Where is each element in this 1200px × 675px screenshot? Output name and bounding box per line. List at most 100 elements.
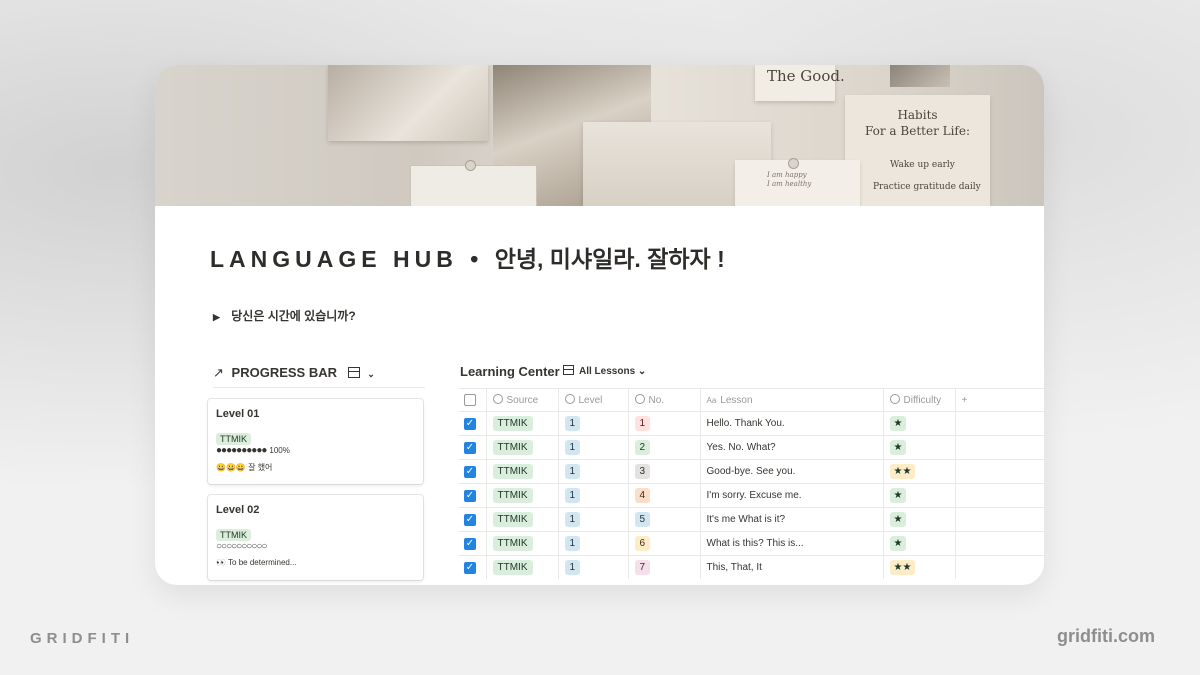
brand-url: gridfiti.com: [1057, 626, 1155, 646]
lesson-cell[interactable]: It's me What is it?: [700, 507, 884, 532]
table-row[interactable]: ✓ TTMIK 1 2 Yes. No. What? ★: [458, 435, 1044, 460]
table-row[interactable]: ✓ TTMIK 1 3 Good-bye. See you. ★★: [458, 459, 1044, 484]
view-selector[interactable]: All Lessons ⌄: [563, 365, 646, 377]
checkbox-cell[interactable]: ✓: [458, 555, 487, 579]
checkbox-checked[interactable]: ✓: [464, 561, 476, 574]
cover-film-strip: [410, 165, 537, 206]
level-cell[interactable]: 1: [558, 507, 629, 532]
checkbox-checked[interactable]: ✓: [464, 417, 476, 430]
toggle-block[interactable]: ▶ 당신은 시간에 있습니까?: [213, 307, 356, 324]
checkbox-cell[interactable]: ✓: [458, 483, 487, 508]
difficulty-cell[interactable]: ★: [883, 411, 956, 436]
level-cell[interactable]: 1: [558, 459, 629, 484]
table-row[interactable]: ✓ TTMIK 1 7 This, That, It ★★: [458, 555, 1044, 579]
no-cell[interactable]: 6: [628, 531, 701, 556]
table-header-row: Source Level No. Aa Lesson Difficulty +: [458, 388, 1044, 412]
page-title-en: LANGUAGE HUB: [210, 246, 458, 272]
table-row[interactable]: ✓ TTMIK 1 1 Hello. Thank You. ★: [458, 411, 1044, 436]
note-line2: I am healthy: [767, 180, 812, 188]
checkbox-cell[interactable]: ✓: [458, 411, 487, 436]
checkbox-cell[interactable]: ✓: [458, 531, 487, 556]
select-property-icon: [634, 394, 645, 404]
select-property-icon: [889, 394, 900, 404]
empty-cell: [955, 507, 1044, 532]
level-cell[interactable]: 1: [558, 411, 629, 436]
no-cell[interactable]: 2: [628, 435, 701, 460]
difficulty-tag: ★★: [889, 560, 916, 575]
difficulty-cell[interactable]: ★: [883, 435, 956, 460]
level-cell[interactable]: 1: [558, 483, 629, 508]
difficulty-cell[interactable]: ★★: [883, 459, 956, 484]
difficulty-cell[interactable]: ★: [883, 483, 956, 508]
select-property-icon: [564, 394, 575, 404]
no-tag: 3: [634, 464, 651, 479]
lesson-cell[interactable]: I'm sorry. Excuse me.: [700, 483, 884, 508]
column-no[interactable]: No.: [628, 388, 701, 412]
level-cell[interactable]: 1: [558, 435, 629, 460]
no-cell[interactable]: 7: [628, 555, 701, 579]
column-difficulty[interactable]: Difficulty: [883, 388, 956, 412]
no-cell[interactable]: 3: [628, 459, 701, 484]
difficulty-cell[interactable]: ★: [883, 531, 956, 556]
empty-cell: [955, 435, 1044, 460]
checkbox-checked[interactable]: ✓: [464, 441, 476, 454]
add-column-button[interactable]: +: [955, 388, 1044, 412]
lesson-cell[interactable]: Hello. Thank You.: [700, 411, 884, 436]
level-tag: 1: [564, 536, 581, 551]
no-cell[interactable]: 1: [628, 411, 701, 436]
source-cell[interactable]: TTMIK: [486, 507, 559, 532]
learning-center-title[interactable]: Learning Center: [460, 364, 560, 379]
select-property-icon: [492, 394, 503, 404]
table-view-icon[interactable]: [347, 367, 360, 378]
lesson-cell[interactable]: Good-bye. See you.: [700, 459, 884, 484]
lessons-table: Source Level No. Aa Lesson Difficulty + ✓…: [458, 388, 1044, 579]
checkbox-cell[interactable]: ✓: [458, 435, 487, 460]
column-lesson[interactable]: Aa Lesson: [700, 388, 884, 412]
source-cell[interactable]: TTMIK: [486, 435, 559, 460]
lesson-cell[interactable]: This, That, It: [700, 555, 884, 579]
toggle-triangle-icon[interactable]: ▶: [213, 312, 220, 322]
lesson-cell[interactable]: Yes. No. What?: [700, 435, 884, 460]
lesson-title: It's me What is it?: [706, 514, 786, 525]
card-note: 😀😀😀 잘 했어: [216, 463, 273, 472]
level-cell[interactable]: 1: [558, 531, 629, 556]
column-source[interactable]: Source: [486, 388, 559, 412]
checkbox-cell[interactable]: ✓: [458, 507, 487, 532]
source-cell[interactable]: TTMIK: [486, 483, 559, 508]
table-row[interactable]: ✓ TTMIK 1 6 What is this? This is... ★: [458, 531, 1044, 556]
source-cell[interactable]: TTMIK: [486, 411, 559, 436]
table-row[interactable]: ✓ TTMIK 1 5 It's me What is it? ★: [458, 507, 1044, 532]
source-cell[interactable]: TTMIK: [486, 531, 559, 556]
progress-db-header[interactable]: ↗ PROGRESS BAR ⌄: [213, 365, 425, 388]
notion-page-card: The Good. Habits For a Better Life: Wake…: [155, 65, 1044, 585]
no-cell[interactable]: 4: [628, 483, 701, 508]
no-tag: 2: [634, 440, 651, 455]
column-checkbox[interactable]: [458, 388, 487, 412]
lesson-title: Good-bye. See you.: [706, 466, 796, 477]
empty-cell: [955, 411, 1044, 436]
checkbox-checked[interactable]: ✓: [464, 489, 476, 502]
cover-photo-small: [890, 65, 950, 87]
gallery-card[interactable]: Level 01 TTMIK ●●●●●●●●●● 100% 😀😀😀 잘 했어: [208, 399, 423, 484]
gallery-card[interactable]: Level 02 TTMIK ○○○○○○○○○○ 👀 To be determ…: [208, 495, 423, 580]
checkbox-cell[interactable]: ✓: [458, 459, 487, 484]
cover-note-text: I am happy I am healthy: [767, 171, 811, 189]
cover-image: The Good. Habits For a Better Life: Wake…: [155, 65, 1044, 206]
checkbox-checked[interactable]: ✓: [464, 513, 476, 526]
table-row[interactable]: ✓ TTMIK 1 4 I'm sorry. Excuse me. ★: [458, 483, 1044, 508]
source-cell[interactable]: TTMIK: [486, 459, 559, 484]
level-cell[interactable]: 1: [558, 555, 629, 579]
source-cell[interactable]: TTMIK: [486, 555, 559, 579]
difficulty-cell[interactable]: ★: [883, 507, 956, 532]
no-cell[interactable]: 5: [628, 507, 701, 532]
lesson-cell[interactable]: What is this? This is...: [700, 531, 884, 556]
linked-arrow-icon: ↗: [213, 365, 224, 380]
checkbox-checked[interactable]: ✓: [464, 465, 476, 478]
progress-db-title[interactable]: PROGRESS BAR: [232, 365, 337, 380]
cover-text-habits: Habits For a Better Life:: [855, 107, 980, 139]
lesson-title: I'm sorry. Excuse me.: [706, 490, 802, 501]
chevron-down-icon[interactable]: ⌄: [367, 369, 375, 379]
column-level[interactable]: Level: [558, 388, 629, 412]
checkbox-checked[interactable]: ✓: [464, 537, 476, 550]
difficulty-cell[interactable]: ★★: [883, 555, 956, 579]
